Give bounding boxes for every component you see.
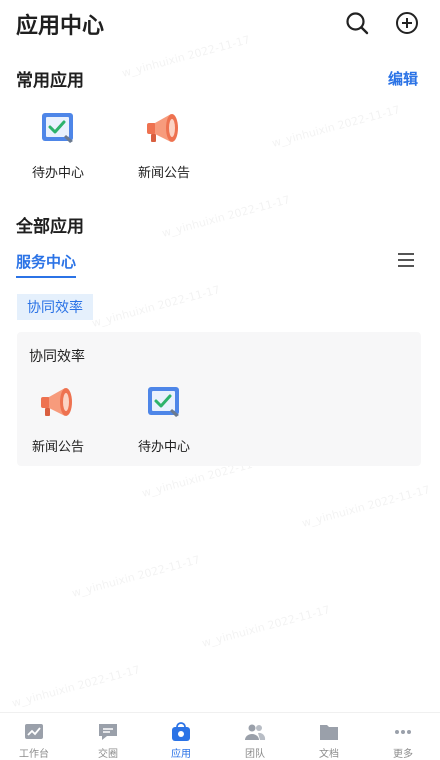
page-title: 应用中心 <box>16 14 105 39</box>
chat-icon <box>99 724 117 740</box>
nav-label: 应用 <box>171 749 191 760</box>
nav-label: 交圈 <box>98 749 118 760</box>
watermark: w_yinhuixin 2022-11-17 <box>70 553 202 600</box>
nav-item-workbench[interactable]: 工作台 <box>4 721 64 760</box>
megaphone-icon <box>147 114 178 142</box>
more-icon <box>395 730 411 734</box>
folder-icon <box>320 725 338 740</box>
search-icon[interactable] <box>344 10 370 36</box>
nav-label: 工作台 <box>19 749 49 760</box>
watermark: w_yinhuixin 2022-11-17 <box>90 283 222 330</box>
app-label: 新闻公告 <box>137 166 190 181</box>
todo-icon <box>42 113 73 143</box>
app-label: 待办中心 <box>31 166 84 181</box>
nav-label: 团队 <box>245 749 265 760</box>
megaphone-icon <box>41 388 72 416</box>
app-news[interactable]: 新闻公告 <box>18 382 98 455</box>
nav-item-apps[interactable]: 应用 <box>151 721 211 760</box>
category-card: 协同效率 新闻公告 待办中心 <box>17 332 421 466</box>
header: 应用中心 <box>0 0 440 48</box>
nav-label: 更多 <box>393 749 413 760</box>
add-circle-icon[interactable] <box>394 10 420 36</box>
app-todo-center[interactable]: 待办中心 <box>124 382 204 455</box>
menu-icon[interactable] <box>398 253 414 267</box>
nav-item-docs[interactable]: 文档 <box>299 721 359 760</box>
app-label: 待办中心 <box>137 440 190 455</box>
watermark: w_yinhuixin 2022-11-17 <box>10 663 142 710</box>
todo-icon <box>148 387 179 417</box>
all-apps-title: 全部应用 <box>16 217 84 237</box>
nav-item-more[interactable]: 更多 <box>373 721 433 760</box>
category-tag[interactable]: 协同效率 <box>17 294 93 320</box>
nav-item-team[interactable]: 团队 <box>225 721 285 760</box>
edit-button[interactable]: 编辑 <box>388 68 418 89</box>
app-todo-center[interactable]: 待办中心 <box>18 108 98 181</box>
card-title: 协同效率 <box>29 349 85 365</box>
app-bag-icon <box>172 722 190 741</box>
watermark: w_yinhuixin 2022-11-17 <box>160 193 292 240</box>
watermark: w_yinhuixin 2022-11-17 <box>200 603 332 650</box>
tab-service-center[interactable]: 服务中心 <box>16 251 76 272</box>
team-icon <box>245 724 266 740</box>
tab-underline <box>16 276 76 278</box>
app-label: 新闻公告 <box>31 440 84 455</box>
watermark: w_yinhuixin 2022-11-17 <box>300 483 432 530</box>
app-news[interactable]: 新闻公告 <box>124 108 204 181</box>
watermark: w_yinhuixin 2022-11-17 <box>270 103 402 150</box>
chart-icon <box>25 724 43 739</box>
common-apps-title: 常用应用 <box>16 71 84 91</box>
bottom-nav: 工作台 交圈 应用 团队 文档 更多 <box>0 712 440 760</box>
nav-item-circle[interactable]: 交圈 <box>78 721 138 760</box>
nav-label: 文档 <box>319 749 339 760</box>
